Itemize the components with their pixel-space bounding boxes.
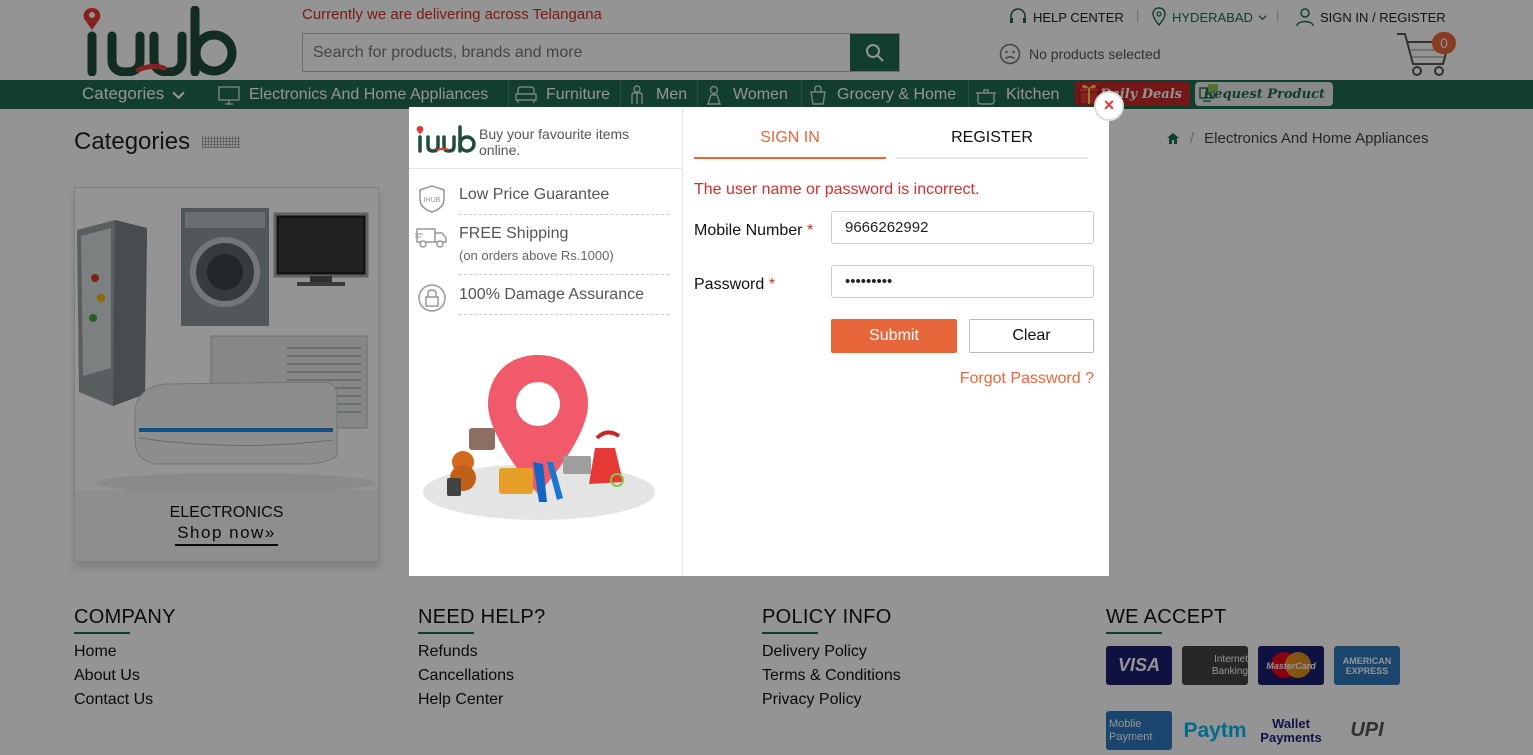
- mobile-number-label-text: Mobile Number: [694, 222, 803, 239]
- modal-promo-panel: Buy your favourite items online. IHUB Lo…: [409, 107, 683, 576]
- lock-icon: [418, 284, 446, 312]
- tab-sign-in[interactable]: SIGN IN: [694, 129, 886, 159]
- feature-title: FREE Shipping: [459, 225, 569, 242]
- feature-free-shipping: FREE Shipping (on orders above Rs.1000): [459, 225, 669, 275]
- truck-icon: [415, 228, 447, 248]
- sign-in-modal: Buy your favourite items online. IHUB Lo…: [409, 107, 1109, 576]
- submit-button[interactable]: Submit: [831, 319, 957, 353]
- forgot-password-link[interactable]: Forgot Password ?: [960, 370, 1094, 388]
- svg-text:IHUB: IHUB: [424, 197, 441, 204]
- password-label: Password *: [694, 276, 775, 294]
- tab-register[interactable]: REGISTER: [896, 129, 1088, 159]
- required-marker: *: [768, 276, 775, 293]
- shield-icon: IHUB: [419, 185, 445, 213]
- mobile-number-label: Mobile Number *: [694, 222, 813, 240]
- close-modal-button[interactable]: ×: [1094, 91, 1124, 121]
- clear-button[interactable]: Clear: [969, 319, 1094, 353]
- shopping-location-illustration: [423, 355, 655, 520]
- feature-title: Low Price Guarantee: [459, 186, 610, 203]
- feature-subtitle: (on orders above Rs.1000): [459, 248, 614, 263]
- modal-tagline: Buy your favourite items online.: [479, 126, 630, 158]
- mobile-number-field[interactable]: [831, 211, 1094, 244]
- password-label-text: Password: [694, 276, 765, 293]
- password-field[interactable]: [831, 265, 1094, 298]
- ihub-logo: [416, 125, 476, 153]
- close-icon: ×: [1103, 95, 1115, 115]
- feature-low-price: Low Price Guarantee: [459, 186, 669, 215]
- feature-damage-assurance: 100% Damage Assurance: [459, 286, 669, 315]
- feature-title: 100% Damage Assurance: [459, 286, 644, 303]
- required-marker: *: [806, 222, 814, 239]
- divider: [409, 168, 683, 169]
- login-error-message: The user name or password is incorrect.: [694, 181, 980, 198]
